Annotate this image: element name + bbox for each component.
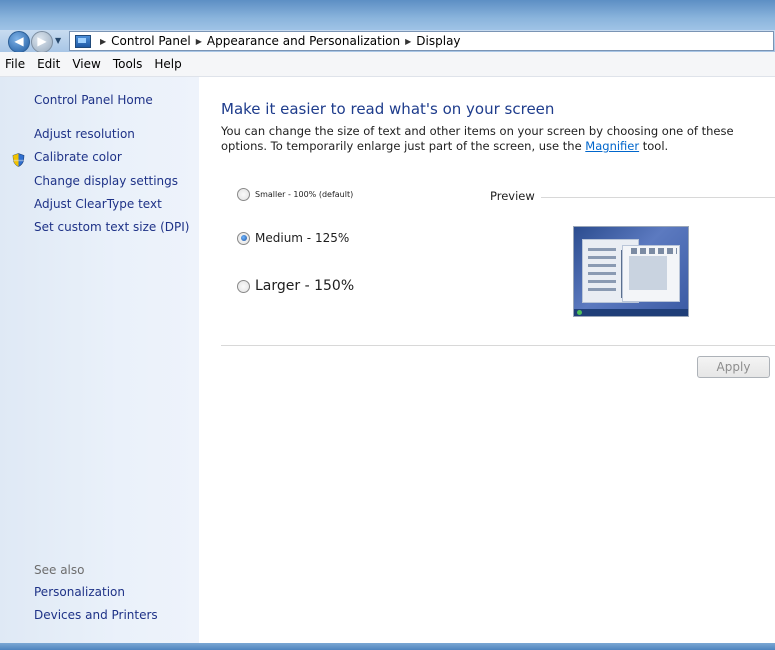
custom-text-size-link[interactable]: Set custom text size (DPI) [34, 220, 189, 234]
preview-window-front [622, 245, 680, 302]
description-text-end: tool. [639, 139, 669, 153]
preview-label: Preview [490, 189, 541, 203]
adjust-resolution-link[interactable]: Adjust resolution [34, 127, 135, 141]
back-button[interactable]: ◀ [8, 31, 30, 53]
option-smaller-label: Smaller - 100% (default) [255, 190, 354, 199]
personalization-link[interactable]: Personalization [34, 585, 125, 599]
option-larger[interactable]: Larger - 150% [237, 278, 354, 294]
address-bar[interactable]: ▶ Control Panel ▶ Appearance and Persona… [69, 31, 774, 51]
breadcrumb-control-panel[interactable]: Control Panel [111, 34, 191, 48]
option-larger-label: Larger - 150% [255, 278, 355, 294]
menu-edit[interactable]: Edit [31, 57, 66, 71]
radio-larger[interactable] [237, 279, 250, 293]
radio-smaller[interactable] [237, 188, 250, 201]
option-smaller[interactable]: Smaller - 100% (default) [237, 188, 353, 201]
divider [221, 345, 775, 346]
radio-medium[interactable] [237, 231, 250, 245]
menu-help[interactable]: Help [148, 57, 187, 71]
page-description: You can change the size of text and othe… [221, 124, 761, 154]
forward-button[interactable]: ▶ [31, 31, 53, 53]
preview-image [573, 226, 689, 317]
menu-tools[interactable]: Tools [107, 57, 149, 71]
window-title-bar [0, 0, 775, 30]
menu-view[interactable]: View [66, 57, 106, 71]
preview-taskbar [574, 309, 688, 316]
magnifier-link[interactable]: Magnifier [585, 139, 639, 153]
page-title: Make it easier to read what's on your sc… [221, 100, 555, 118]
window-bottom-frame [0, 643, 775, 650]
recent-pages-dropdown-icon[interactable]: ▼ [55, 36, 61, 45]
adjust-cleartype-link[interactable]: Adjust ClearType text [34, 197, 162, 211]
main-content: Make it easier to read what's on your sc… [199, 77, 775, 643]
devices-and-printers-link[interactable]: Devices and Printers [34, 608, 158, 622]
breadcrumb-separator-icon[interactable]: ▶ [196, 37, 202, 46]
option-medium-label: Medium - 125% [255, 231, 350, 245]
breadcrumb-appearance[interactable]: Appearance and Personalization [207, 34, 400, 48]
breadcrumb-display[interactable]: Display [416, 34, 460, 48]
breadcrumb-separator-icon[interactable]: ▶ [100, 37, 106, 46]
option-medium[interactable]: Medium - 125% [237, 231, 349, 245]
see-also-heading: See also [34, 563, 85, 577]
change-display-settings-link[interactable]: Change display settings [34, 174, 178, 188]
task-pane: Control Panel Home Adjust resolution Cal… [0, 77, 199, 643]
shield-icon [12, 153, 25, 167]
menu-bar: File Edit View Tools Help [0, 52, 775, 77]
menu-file[interactable]: File [0, 57, 31, 71]
breadcrumb-separator-icon[interactable]: ▶ [405, 37, 411, 46]
address-toolbar: ◀ ▶ ▼ ▶ Control Panel ▶ Appearance and P… [0, 30, 775, 53]
control-panel-home-link[interactable]: Control Panel Home [34, 93, 153, 107]
control-panel-icon [75, 34, 91, 48]
apply-button[interactable]: Apply [697, 356, 770, 378]
calibrate-color-link[interactable]: Calibrate color [34, 150, 122, 164]
